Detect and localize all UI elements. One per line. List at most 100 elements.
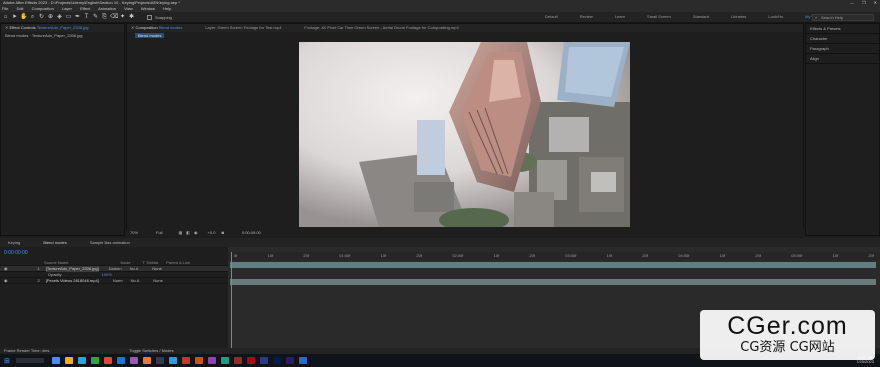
close-icon[interactable]: ✕ — [131, 25, 134, 30]
windows-start-icon[interactable]: ⊞ — [4, 357, 10, 365]
taskbar-app-icon[interactable] — [221, 357, 229, 364]
effect-controls-breadcrumb: Blend modes · TextureAdn_Paper_2306.jpg — [5, 33, 83, 38]
composition-tab[interactable]: Composition — [135, 25, 157, 30]
timeline-timecode[interactable]: 0:00:00:00 — [4, 250, 28, 256]
search-help-input[interactable]: ⌕ Search Help — [812, 14, 874, 21]
clone-stamp-tool-icon[interactable]: ⎘ — [101, 14, 108, 21]
menu-effect[interactable]: Effect — [80, 6, 90, 11]
layer-duration-bar[interactable] — [230, 279, 876, 285]
visibility-eye-icon[interactable]: ◉ — [4, 278, 8, 284]
rectangle-tool-icon[interactable]: ▭ — [65, 14, 72, 21]
taskbar-app-icon[interactable] — [104, 357, 112, 364]
workspace-review[interactable]: Review — [580, 14, 593, 19]
taskbar-app-icon[interactable] — [208, 357, 216, 364]
workspace-default[interactable]: Default — [545, 14, 558, 19]
layer-parent[interactable]: None — [153, 278, 163, 284]
snapshot-icon[interactable]: ◙ — [221, 230, 223, 235]
taskbar-app-icon[interactable] — [52, 357, 60, 364]
menu-edit[interactable]: Edit — [17, 6, 24, 11]
exposure-value[interactable]: +0.0 — [208, 230, 216, 235]
eraser-tool-icon[interactable]: ⌫ — [110, 14, 118, 21]
zoom-tool-icon[interactable]: ⌕ — [29, 14, 36, 21]
layer-source-name[interactable]: [Pexels Videos 2818046.mp4] — [46, 278, 99, 284]
taskbar-app-icon[interactable] — [156, 357, 164, 364]
effect-controls-tab[interactable]: Effect Controls — [9, 25, 35, 30]
time-ruler[interactable]: 0f 10f 20f 01:00f 10f 20f 02:00f 10f 20f… — [228, 252, 880, 260]
camera-tool-icon[interactable]: ⊕ — [47, 14, 54, 21]
paragraph-panel[interactable]: Paragraph — [806, 44, 879, 54]
composition-name[interactable]: Blend modes — [159, 25, 182, 30]
layer-mode[interactable]: Norm — [113, 278, 123, 284]
effect-controls-file[interactable]: Texture/Adn_Paper_2306.jpg — [37, 25, 89, 30]
menu-window[interactable]: Window — [141, 6, 155, 11]
layer-tab[interactable]: Layer: Green Screen Footage for Test.mp4 — [205, 25, 281, 30]
layer-parent[interactable]: None — [152, 266, 162, 272]
taskbar-app-icon[interactable] — [234, 357, 242, 364]
channel-icon[interactable]: ◉ — [194, 230, 198, 235]
taskbar-app-icon[interactable] — [78, 357, 86, 364]
menu-animation[interactable]: Animation — [98, 6, 116, 11]
workspace-lookhs[interactable]: Look/Hs — [768, 14, 783, 19]
mask-icon[interactable]: ◧ — [186, 230, 190, 235]
column-parent[interactable]: Parent & Link — [166, 260, 190, 266]
align-panel[interactable]: Align — [806, 54, 879, 64]
brush-tool-icon[interactable]: ✎ — [92, 14, 99, 21]
comp-viewer-controls: 70% Full ▦ ◧ ◉ +0.0 ◙ 0:00:00:00 — [126, 229, 804, 236]
taskbar-app-icon[interactable] — [273, 357, 281, 364]
taskbar-app-icon[interactable] — [247, 357, 255, 364]
pan-behind-tool-icon[interactable]: ◈ — [56, 14, 63, 21]
taskbar-app-icon[interactable] — [91, 357, 99, 364]
workspace-libraries[interactable]: Libraries — [731, 14, 746, 19]
playhead[interactable] — [231, 252, 232, 348]
taskbar-search-box[interactable] — [16, 358, 44, 363]
composition-viewer[interactable] — [299, 42, 630, 227]
layer-trkmat[interactable]: No A — [130, 266, 139, 272]
rotate-tool-icon[interactable]: ↻ — [38, 14, 45, 21]
workspace-standard[interactable]: Standard — [693, 14, 709, 19]
selection-tool-icon[interactable]: ➤ — [11, 14, 18, 21]
taskbar-app-icon[interactable] — [117, 357, 125, 364]
effects-presets-panel[interactable]: Effects & Presets — [806, 24, 879, 34]
menu-file[interactable]: File — [2, 6, 8, 11]
comp-subtab[interactable]: Blend modes — [135, 33, 165, 38]
menu-view[interactable]: View — [124, 6, 133, 11]
pen-tool-icon[interactable]: ✒ — [74, 14, 81, 21]
viewer-timecode[interactable]: 0:00:00:00 — [242, 230, 261, 235]
footage-tab[interactable]: Footage: 4K Pixel Car Time Green Screen … — [304, 25, 458, 30]
taskbar-app-icon[interactable] — [286, 357, 294, 364]
taskbar-app-icon[interactable] — [195, 357, 203, 364]
snapping-checkbox[interactable] — [147, 14, 152, 20]
taskbar-app-icon[interactable] — [143, 357, 151, 364]
timeline-layer-row[interactable]: ◉ 2 [Pexels Videos 2818046.mp4] Norm No … — [0, 278, 228, 284]
ruler-label: 10f — [380, 253, 387, 258]
close-icon[interactable]: ✕ — [5, 25, 8, 30]
opacity-value[interactable]: 100% — [102, 272, 112, 278]
timeline-tab-sample-bas-animation[interactable]: Sample Bas animation — [90, 240, 130, 245]
taskbar-app-icon[interactable] — [260, 357, 268, 364]
timeline-tab-keying[interactable]: Keying — [8, 240, 20, 245]
taskbar-app-icon[interactable] — [299, 357, 307, 364]
taskbar-app-icon[interactable] — [130, 357, 138, 364]
menu-help[interactable]: Help — [163, 6, 171, 11]
taskbar-app-icon[interactable] — [65, 357, 73, 364]
menu-composition[interactable]: Composition — [32, 6, 54, 11]
layer-duration-bar[interactable] — [230, 262, 876, 268]
resolution-dropdown[interactable]: Full — [156, 230, 162, 235]
home-icon[interactable]: ⌂ — [2, 14, 9, 21]
taskbar-app-icon[interactable] — [169, 357, 177, 364]
type-tool-icon[interactable]: T — [83, 14, 90, 21]
workspace-small-screen[interactable]: Small Screen — [647, 14, 671, 19]
timeline-tab-blend-modes[interactable]: Blend modes — [43, 240, 66, 245]
menu-layer[interactable]: Layer — [62, 6, 72, 11]
visibility-eye-icon[interactable]: ◉ — [4, 266, 8, 272]
effect-controls-tabbar[interactable]: ✕ Effect Controls Texture/Adn_Paper_2306… — [1, 24, 124, 32]
zoom-dropdown[interactable]: 70% — [130, 230, 138, 235]
roto-brush-tool-icon[interactable]: ✦ — [119, 14, 126, 21]
layer-trkmat[interactable]: No A — [131, 278, 140, 284]
workspace-learn[interactable]: Learn — [615, 14, 625, 19]
character-panel[interactable]: Character — [806, 34, 879, 44]
puppet-tool-icon[interactable]: ✱ — [128, 14, 135, 21]
taskbar-app-icon[interactable] — [182, 357, 190, 364]
hand-tool-icon[interactable]: ✋ — [20, 14, 27, 21]
grid-icon[interactable]: ▦ — [178, 230, 182, 235]
